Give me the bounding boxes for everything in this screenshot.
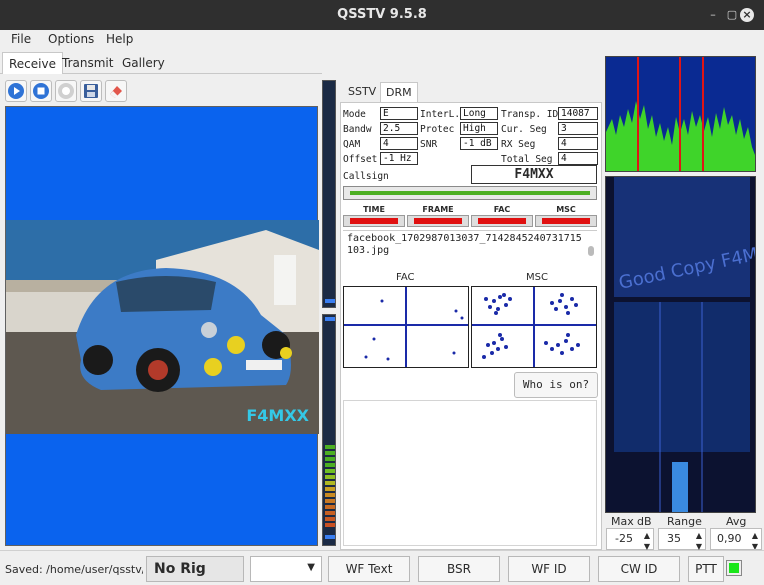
- menu-help[interactable]: Help: [106, 32, 133, 46]
- message-text-area[interactable]: [343, 400, 597, 546]
- msc-constellation-plot: [471, 286, 597, 368]
- eraser-icon: [110, 86, 122, 98]
- cw-id-button[interactable]: CW ID: [598, 556, 680, 582]
- fac-plot-label: FAC: [396, 272, 415, 283]
- tab-receive[interactable]: Receive: [2, 52, 63, 74]
- bandw-value: 2.5: [380, 122, 418, 135]
- mode-label: Mode: [343, 109, 366, 120]
- receive-progress-bar: [343, 186, 597, 200]
- offset-value: -1 Hz: [380, 152, 418, 165]
- indicator-time: [343, 215, 405, 227]
- maximize-icon[interactable]: ▢: [725, 8, 739, 22]
- saved-path-text: Saved: /home/user/qsstv/rx: [5, 563, 143, 576]
- waterfall-display: Good Copy F4MXX: [605, 176, 756, 513]
- avg-value: 0,90: [717, 532, 742, 545]
- msc-plot-label: MSC: [526, 272, 548, 283]
- qam-label: QAM: [343, 139, 361, 150]
- totalseg-label: Total Seg: [501, 154, 553, 165]
- rig-status: No Rig: [146, 556, 244, 582]
- indicator-frame: [407, 215, 469, 227]
- tab-drm[interactable]: DRM: [380, 82, 418, 102]
- transp-label: Transp. ID: [501, 109, 559, 120]
- level-indicator: [325, 299, 335, 303]
- max-label: Max: [611, 515, 634, 528]
- indicator-time-label: TIME: [363, 205, 385, 214]
- filename-scrollbar[interactable]: [588, 246, 594, 256]
- bandw-label: Bandw: [343, 124, 372, 135]
- callsign-value: F4MXX: [471, 165, 597, 184]
- curseg-value: 3: [558, 122, 598, 135]
- volume-level-bar: [322, 314, 336, 546]
- menu-file[interactable]: File: [11, 32, 31, 46]
- window-title: QSSTV 9.5.8: [337, 7, 427, 22]
- avg-label: Avg: [726, 515, 747, 528]
- stop-button[interactable]: [30, 80, 52, 102]
- qam-value: 4: [380, 137, 418, 150]
- title-bar: QSSTV 9.5.8 – ▢ ×: [0, 0, 764, 30]
- minimize-icon[interactable]: –: [706, 8, 720, 22]
- rxseg-value: 4: [558, 137, 598, 150]
- rig-select[interactable]: ▼: [250, 556, 322, 582]
- ptt-indicator: [726, 560, 742, 576]
- rxseg-label: RX Seg: [501, 139, 536, 150]
- range-value: 35: [667, 532, 681, 545]
- sync-level-bar: [322, 80, 336, 308]
- offset-label: Offset: [343, 154, 378, 165]
- max-db-value: -25: [615, 532, 633, 545]
- save-button[interactable]: [80, 80, 102, 102]
- menu-options[interactable]: Options: [48, 32, 94, 46]
- indicator-fac-label: FAC: [493, 205, 511, 214]
- indicator-fac: [471, 215, 533, 227]
- totalseg-value: 4: [558, 152, 598, 165]
- eraser-button[interactable]: [105, 80, 127, 102]
- tab-transmit[interactable]: Transmit: [56, 52, 119, 74]
- indicator-msc-label: MSC: [556, 205, 576, 214]
- callsign-label: Callsign: [343, 171, 389, 182]
- wf-text-button[interactable]: WF Text: [328, 556, 410, 582]
- protec-label: Protec: [420, 124, 455, 135]
- indicator-frame-label: FRAME: [422, 205, 454, 214]
- transp-value: 14087: [558, 107, 598, 120]
- menu-bar: File Options Help: [0, 30, 764, 50]
- image-callsign-overlay: F4MXX: [246, 406, 309, 425]
- interl-label: InterL.: [420, 109, 461, 120]
- interl-value: Long: [460, 107, 498, 120]
- tab-sstv[interactable]: SSTV: [343, 82, 381, 102]
- fac-constellation-plot: [343, 286, 469, 368]
- spin-down-icon[interactable]: ▼: [752, 537, 758, 549]
- level-top-indicator: [325, 317, 335, 321]
- close-icon[interactable]: ×: [740, 8, 754, 22]
- erase-icon: [58, 83, 74, 99]
- erase-button[interactable]: [55, 80, 77, 102]
- start-icon: [8, 83, 24, 99]
- wf-id-button[interactable]: WF ID: [508, 556, 590, 582]
- mode-value: E: [380, 107, 418, 120]
- chevron-down-icon: ▼: [307, 562, 315, 573]
- save-icon: [84, 84, 98, 98]
- range-spinbox[interactable]: 35 ▲ ▼: [658, 528, 706, 551]
- who-is-on-button[interactable]: Who is on?: [514, 372, 598, 398]
- received-filename: facebook_1702987013037_71428452407317151…: [343, 230, 597, 268]
- receive-progress-fill: [350, 191, 590, 195]
- curseg-label: Cur. Seg: [501, 124, 547, 135]
- avg-spinbox[interactable]: 0,90 ▲ ▼: [710, 528, 762, 550]
- ptt-led: [729, 563, 739, 573]
- received-photo: F4MXX: [6, 220, 319, 434]
- protec-value: High: [460, 122, 498, 135]
- bsr-button[interactable]: BSR: [418, 556, 500, 582]
- spectrum-display: [605, 56, 756, 172]
- start-button[interactable]: [5, 80, 27, 102]
- snr-label: SNR: [420, 139, 438, 150]
- max-db-spinbox[interactable]: -25 ▲ ▼: [606, 528, 654, 551]
- ptt-button[interactable]: PTT: [688, 556, 724, 582]
- received-image-pane: F4MXX: [5, 106, 319, 546]
- tab-gallery[interactable]: Gallery: [116, 52, 171, 74]
- stop-icon: [33, 83, 49, 99]
- snr-value: -1 dB: [460, 137, 498, 150]
- indicator-msc: [535, 215, 597, 227]
